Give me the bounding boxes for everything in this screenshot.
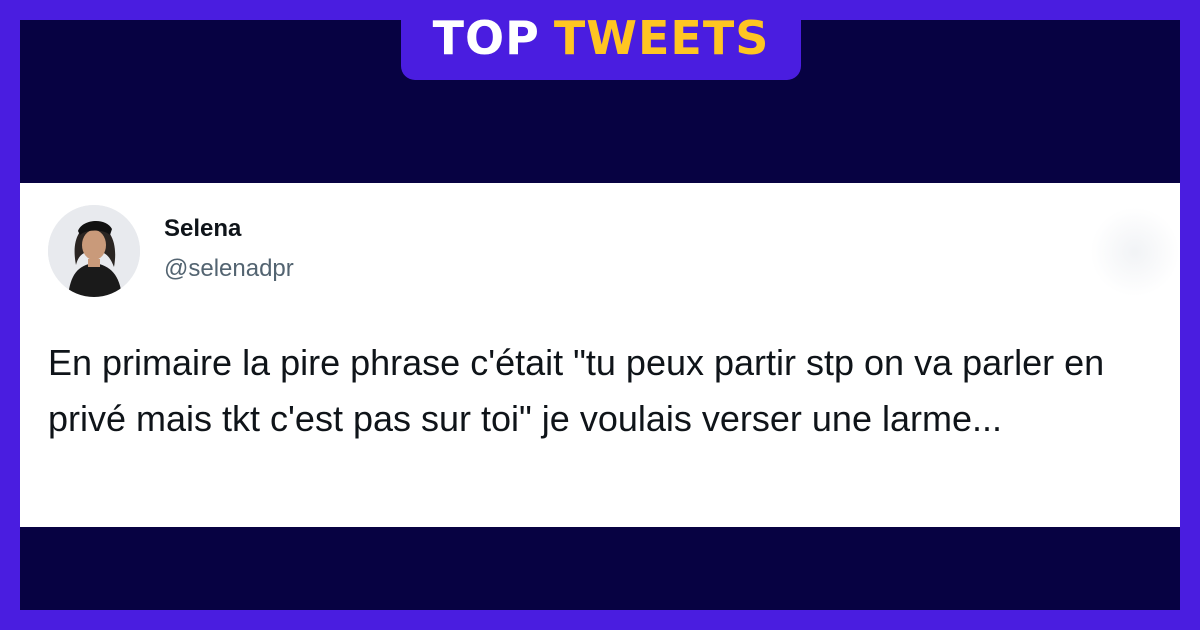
badge-word-tweets: TWEETS: [553, 11, 770, 65]
user-avatar-icon: [48, 205, 140, 297]
twitter-logo-icon: [1090, 207, 1180, 297]
tweet-text: En primaire la pire phrase c'était "tu p…: [48, 342, 1105, 439]
display-name[interactable]: Selena: [164, 215, 241, 243]
tweet-card[interactable]: Selena @selenadpr En primaire la pire ph…: [20, 183, 1180, 527]
avatar[interactable]: [48, 205, 140, 297]
user-handle[interactable]: @selenadpr: [164, 255, 294, 283]
badge-word-top: TOP: [432, 11, 540, 65]
top-tweets-badge: TOP TWEETS: [401, 0, 801, 80]
page-frame: TOP TWEETS Selena @selenadpr En primaire…: [0, 0, 1200, 630]
